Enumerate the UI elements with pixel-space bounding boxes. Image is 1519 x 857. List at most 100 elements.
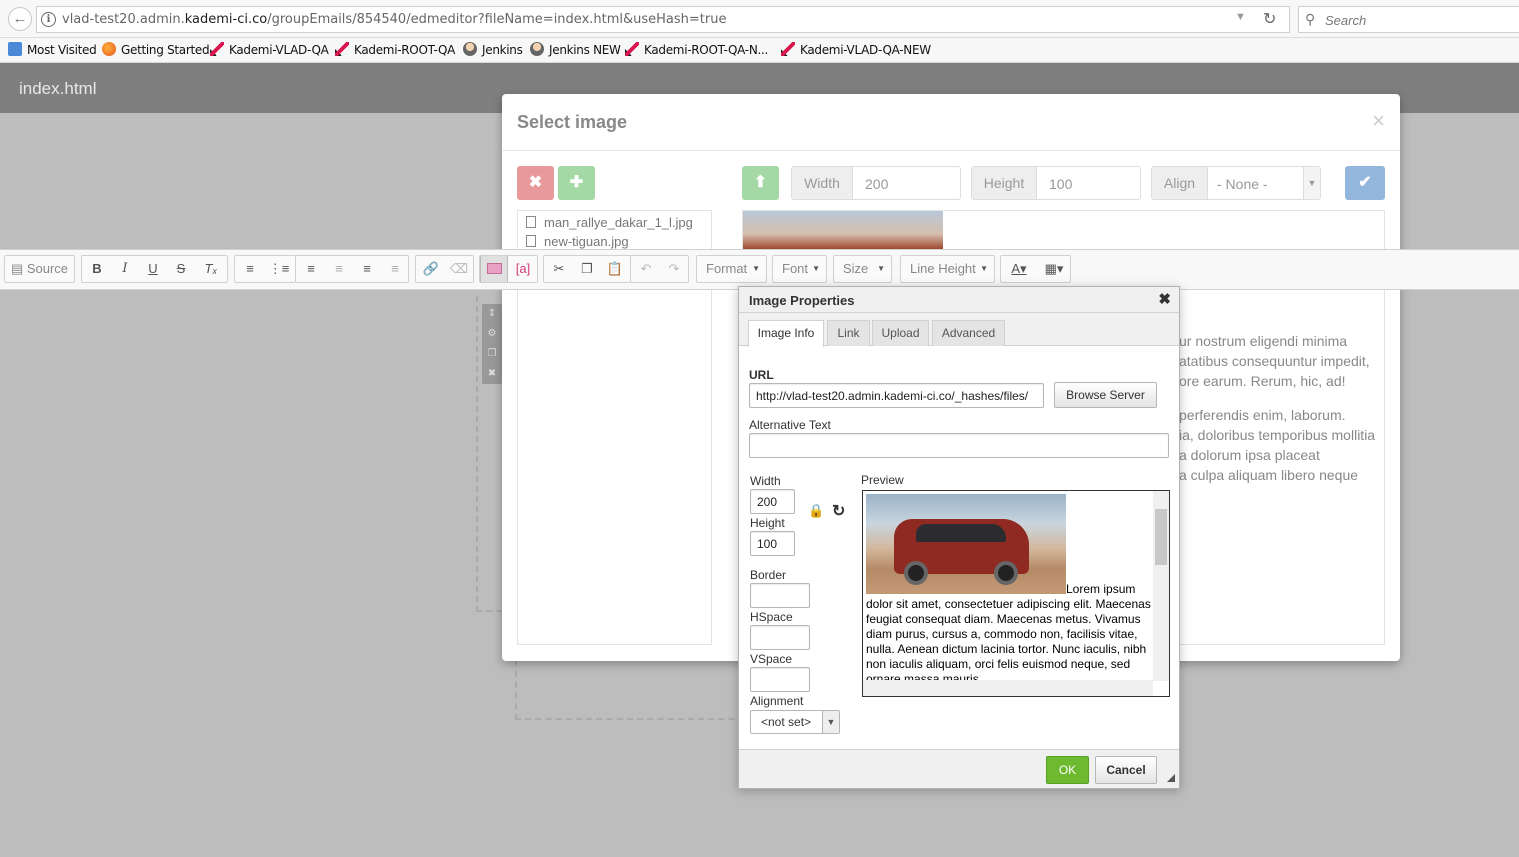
gear-icon[interactable]: ⚙ (482, 324, 502, 344)
height-input[interactable]: 100 (1049, 176, 1072, 192)
resize-handle-icon[interactable] (1167, 774, 1175, 782)
scrollbar[interactable] (1153, 491, 1169, 681)
close-icon: ✖ (528, 174, 543, 191)
redo-icon[interactable]: ↷ (660, 256, 688, 282)
paste-icon[interactable]: 📋 (601, 256, 629, 282)
preview-label: Preview (861, 473, 904, 487)
file-item[interactable]: new-tiguan.jpg (526, 234, 629, 249)
width-input-group[interactable]: Width 200 (791, 166, 961, 200)
height-input[interactable]: 100 (750, 531, 795, 556)
tab-upload[interactable]: Upload (872, 320, 929, 346)
bookmark-jenkins[interactable]: Jenkins (463, 42, 523, 57)
bookmark-kademi-root-qa[interactable]: Kademi-ROOT-QA (335, 42, 455, 57)
bookmark-kademi-vlad-qa[interactable]: Kademi-VLAD-QA (210, 42, 329, 57)
format-dropdown[interactable]: Format ▼ (696, 255, 767, 283)
copy-icon[interactable]: ❐ (482, 344, 502, 364)
height-label: Height (750, 516, 785, 530)
bookmark-getting-started[interactable]: Getting Started (102, 42, 210, 57)
tab-link[interactable]: Link (827, 320, 870, 346)
dialog-footer: OK Cancel (739, 749, 1179, 788)
delete-button[interactable]: ✖ (517, 166, 554, 200)
confirm-button[interactable]: ✔ (1345, 166, 1385, 200)
file-item[interactable]: man_rallye_dakar_1_l.jpg (526, 215, 693, 230)
bold-icon[interactable]: B (83, 256, 111, 282)
reset-size-icon[interactable]: ↻ (832, 501, 845, 521)
align-select-group[interactable]: Align - None - ▼ (1151, 166, 1321, 200)
numbered-list-icon[interactable]: ≡ (236, 256, 264, 282)
unlink-icon[interactable]: ⌫ (445, 256, 473, 282)
url-dropdown-icon[interactable]: ▼ (1235, 11, 1246, 23)
border-input[interactable] (750, 583, 810, 608)
align-justify-icon[interactable]: ≡ (381, 256, 409, 282)
align-select[interactable]: - None - (1217, 176, 1268, 192)
cut-icon[interactable]: ✂ (545, 256, 573, 282)
alt-text-input[interactable] (749, 433, 1169, 458)
background-color-icon[interactable]: ▦▾ (1037, 256, 1071, 282)
bookmark-jenkins-new[interactable]: Jenkins NEW (530, 42, 621, 57)
body-text: ur nostrum eligendi minima (1179, 333, 1348, 349)
bulleted-list-icon[interactable]: ⋮≡ (265, 256, 293, 282)
width-input[interactable]: 200 (865, 176, 888, 192)
vspace-input[interactable] (750, 667, 810, 692)
width-input[interactable]: 200 (750, 489, 795, 514)
size-dropdown[interactable]: Size ▼ (833, 255, 892, 283)
text-color-icon[interactable]: A▾ (1002, 256, 1036, 282)
body-text: ia, doloribus temporibus mollitia (1179, 427, 1376, 443)
close-icon[interactable]: ✖ (1158, 290, 1171, 308)
upload-button[interactable]: ⬆ (742, 166, 779, 200)
chevron-down-icon[interactable]: ▼ (1303, 167, 1320, 199)
plus-icon: ✚ (569, 174, 584, 191)
copy-icon[interactable]: ❐ (573, 256, 601, 282)
url-text[interactable]: vlad-test20.admin.kademi-ci.co/groupEmai… (62, 12, 726, 27)
search-icon: ⚲ (1305, 11, 1316, 27)
strikethrough-icon[interactable]: S (167, 256, 195, 282)
jenkins-icon (530, 42, 544, 56)
info-icon[interactable]: i (41, 12, 56, 27)
height-input-group[interactable]: Height 100 (971, 166, 1141, 200)
lock-icon[interactable]: 🔒 (808, 503, 824, 519)
close-icon[interactable]: × (1372, 108, 1385, 134)
italic-icon[interactable]: I (111, 256, 139, 282)
add-button[interactable]: ✚ (558, 166, 595, 200)
underline-icon[interactable]: U (139, 256, 167, 282)
reload-icon[interactable]: ↻ (1263, 9, 1276, 29)
back-button[interactable]: ← (8, 7, 32, 31)
ok-button[interactable]: OK (1046, 756, 1089, 784)
remove-format-icon[interactable]: Tₓ (197, 256, 225, 282)
bookmark-kademi-root-qa-new[interactable]: Kademi-ROOT-QA-N... (625, 42, 768, 57)
source-group: ▤ Source (4, 255, 75, 283)
url-bar[interactable]: i vlad-test20.admin.kademi-ci.co/groupEm… (36, 6, 1290, 33)
body-text: ore earum. Rerum, hic, ad! (1179, 373, 1346, 389)
undo-icon[interactable]: ↶ (632, 256, 660, 282)
url-input[interactable]: http://vlad-test20.admin.kademi-ci.co/_h… (749, 383, 1044, 408)
close-icon[interactable]: ✖ (482, 364, 502, 384)
image-icon[interactable] (480, 256, 508, 282)
cancel-button[interactable]: Cancel (1095, 756, 1157, 784)
bookmark-most-visited[interactable]: Most Visited (8, 42, 97, 57)
image-preview: Lorem ipsum dolor sit amet, consectetuer… (862, 490, 1170, 697)
alignment-label: Alignment (750, 694, 804, 708)
tab-advanced[interactable]: Advanced (932, 320, 1005, 346)
align-right-icon[interactable]: ≡ (353, 256, 381, 282)
image-thumbnail[interactable] (743, 211, 943, 249)
line-height-dropdown[interactable]: Line Height ▼ (900, 255, 995, 283)
bookmark-kademi-vlad-qa-new[interactable]: Kademi-VLAD-QA-NEW (781, 42, 931, 57)
source-button[interactable]: ▤ Source (5, 256, 74, 282)
move-icon[interactable]: ⇕ (482, 304, 502, 324)
link-group: 🔗 ⌫ (415, 255, 474, 283)
font-dropdown[interactable]: Font ▼ (772, 255, 827, 283)
tab-image-info[interactable]: Image Info (748, 320, 824, 347)
kademi-icon (781, 42, 795, 56)
hspace-input[interactable] (750, 625, 810, 650)
browser-toolbar: ← i vlad-test20.admin.kademi-ci.co/group… (0, 0, 1519, 38)
align-center-icon[interactable]: ≡ (325, 256, 353, 282)
link-icon[interactable]: 🔗 (417, 256, 445, 282)
browser-search-input[interactable]: ⚲ Search (1298, 6, 1519, 33)
align-left-icon[interactable]: ≡ (297, 256, 325, 282)
anchor-icon[interactable]: [a] (509, 256, 537, 282)
browse-server-button[interactable]: Browse Server (1054, 382, 1157, 408)
alignment-select[interactable]: <not set> ▼ (750, 710, 840, 734)
scrollbar-thumb[interactable] (1155, 509, 1167, 565)
horizontal-scrollbar[interactable] (863, 680, 1153, 696)
source-icon: ▤ (10, 261, 27, 276)
